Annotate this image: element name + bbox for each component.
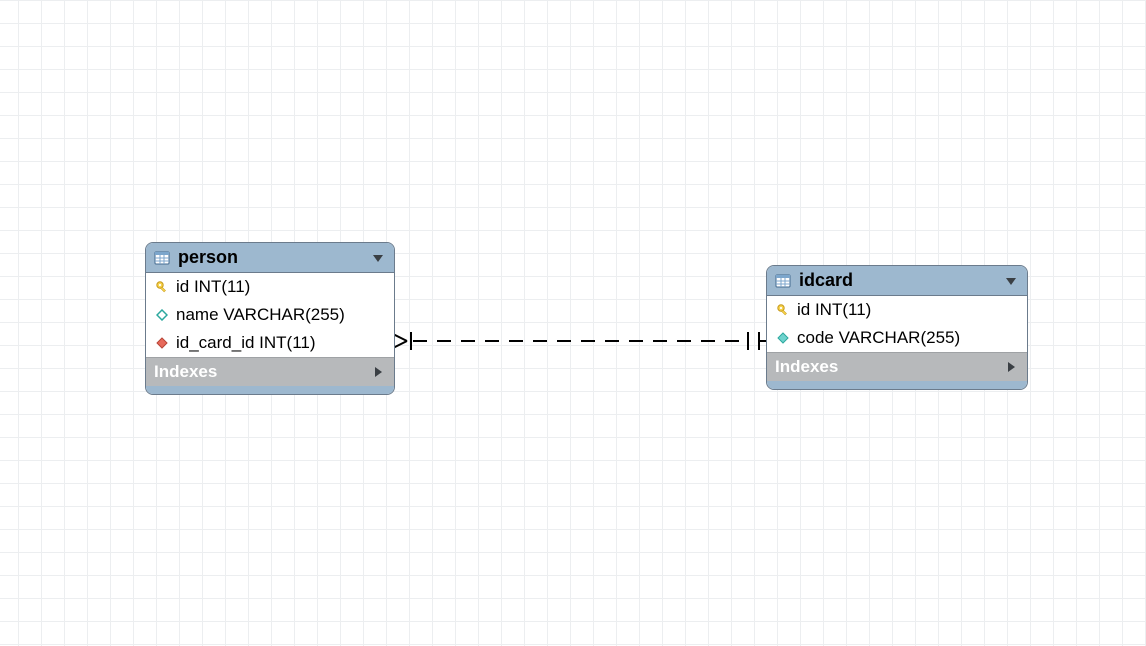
indexes-label: Indexes — [154, 362, 362, 382]
column-label: id INT(11) — [797, 300, 871, 320]
table-idcard-indexes[interactable]: Indexes — [767, 352, 1027, 381]
table-bottom-strip — [146, 386, 394, 394]
column-row[interactable]: code VARCHAR(255) — [767, 324, 1027, 352]
column-label: name VARCHAR(255) — [176, 305, 345, 325]
table-person-indexes[interactable]: Indexes — [146, 357, 394, 386]
column-row[interactable]: name VARCHAR(255) — [146, 301, 394, 329]
column-label: code VARCHAR(255) — [797, 328, 960, 348]
diamond-filled-icon — [775, 330, 791, 346]
column-label: id INT(11) — [176, 277, 250, 297]
table-idcard-title: idcard — [799, 270, 995, 291]
table-person-header[interactable]: person — [146, 243, 394, 273]
column-row[interactable]: id INT(11) — [146, 273, 394, 301]
table-person-title: person — [178, 247, 362, 268]
table-idcard[interactable]: idcard id INT(11) — [766, 265, 1028, 390]
table-person-columns: id INT(11) name VARCHAR(255) id_card_id … — [146, 273, 394, 357]
key-icon — [775, 302, 791, 318]
column-row[interactable]: id INT(11) — [767, 296, 1027, 324]
table-icon — [154, 250, 170, 266]
diamond-fk-icon — [154, 335, 170, 351]
expand-right-icon[interactable] — [370, 364, 386, 380]
er-diagram-canvas[interactable]: person id INT(11) — [0, 0, 1146, 646]
indexes-label: Indexes — [775, 357, 995, 377]
collapse-icon[interactable] — [370, 250, 386, 266]
table-icon — [775, 273, 791, 289]
table-bottom-strip — [767, 381, 1027, 389]
table-idcard-header[interactable]: idcard — [767, 266, 1027, 296]
diamond-open-icon — [154, 307, 170, 323]
expand-right-icon[interactable] — [1003, 359, 1019, 375]
table-idcard-columns: id INT(11) code VARCHAR(255) — [767, 296, 1027, 352]
table-person[interactable]: person id INT(11) — [145, 242, 395, 395]
column-label: id_card_id INT(11) — [176, 333, 316, 353]
relation-person-idcard — [393, 326, 766, 356]
key-icon — [154, 279, 170, 295]
collapse-icon[interactable] — [1003, 273, 1019, 289]
column-row[interactable]: id_card_id INT(11) — [146, 329, 394, 357]
